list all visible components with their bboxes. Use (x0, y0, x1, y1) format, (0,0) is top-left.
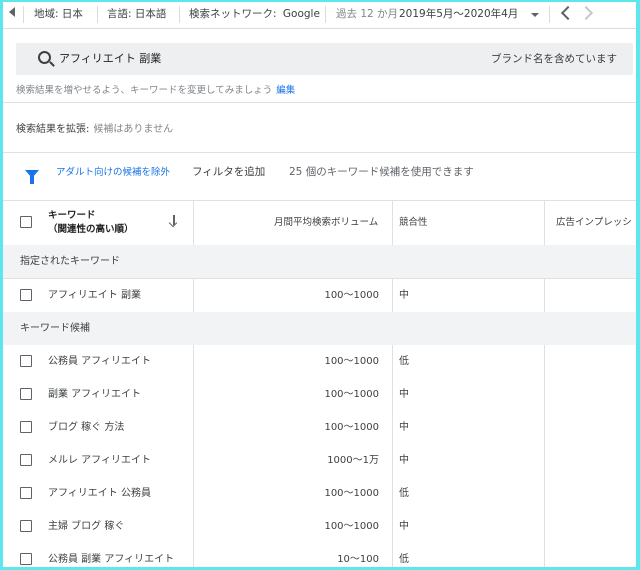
column-divider (392, 200, 393, 245)
group-label: 指定されたキーワード (20, 256, 120, 267)
column-divider (392, 345, 393, 567)
table-row: 公務員 アフィリエイト 100～1000 低 (3, 345, 636, 379)
volume-cell: 100～1000 (324, 521, 379, 532)
search-icon (38, 51, 51, 64)
row-checkbox[interactable] (20, 553, 32, 565)
search-input[interactable]: アフィリエイト 副業 (59, 43, 161, 75)
keyword-cell: アフィリエイト 副業 (48, 290, 141, 301)
group-label: キーワード候補 (20, 323, 90, 334)
date-range-value: 2019年5月～2020年4月 (399, 8, 519, 20)
expand-results: 検索結果を拡張: 候補はありません (16, 120, 173, 135)
keyword-header-label: キーワード (48, 210, 96, 221)
chevron-down-icon[interactable] (531, 13, 539, 17)
divider (3, 102, 636, 103)
network-selector[interactable]: 検索ネットワーク: Google (189, 2, 320, 28)
keyword-search-box[interactable]: アフィリエイト 副業 ブランド名を含めています (16, 43, 633, 75)
table-row: 公務員 副業 アフィリエイト 10～100 低 (3, 543, 636, 567)
edit-link[interactable]: 編集 (276, 85, 295, 96)
network-value: Google (282, 8, 320, 20)
column-divider (193, 345, 194, 567)
divider (3, 152, 636, 153)
table-row: 主婦 ブログ 稼ぐ 100～1000 中 (3, 510, 636, 544)
table-row: アフィリエイト 公務員 100～1000 低 (3, 477, 636, 511)
keyword-column-header[interactable]: キーワード （関連性の高い順） (48, 209, 134, 237)
table-row: メルレ アフィリエイト 1000～1万 中 (3, 444, 636, 478)
keyword-cell: ブログ 稼ぐ 方法 (48, 422, 125, 433)
keyword-cell: アフィリエイト 公務員 (48, 488, 151, 499)
keyword-cell: メルレ アフィリエイト (48, 455, 151, 466)
table-row: ブログ 稼ぐ 方法 100～1000 中 (3, 411, 636, 445)
column-divider (544, 200, 545, 245)
next-period-icon[interactable] (578, 5, 594, 21)
period-label: 過去 12 か月 (336, 8, 399, 20)
brand-names-toggle[interactable]: ブランド名を含めています (491, 43, 617, 75)
divider (23, 6, 24, 23)
volume-cell: 100～1000 (324, 422, 379, 433)
network-label: 検索ネットワーク: (189, 8, 277, 20)
row-checkbox[interactable] (20, 454, 32, 466)
competition-cell: 中 (399, 521, 409, 532)
keyword-cell: 副業 アフィリエイト (48, 389, 141, 400)
competition-cell: 中 (399, 422, 409, 433)
keyword-planner-panel: 地域: 日本 言語: 日本語 検索ネットワーク: Google 過去 12 か月… (3, 2, 636, 567)
column-divider (392, 279, 393, 312)
row-checkbox[interactable] (20, 388, 32, 400)
row-checkbox[interactable] (20, 289, 32, 301)
expand-value: 候補はありません (93, 124, 174, 135)
column-divider (544, 345, 545, 567)
sort-arrow-icon[interactable] (173, 215, 175, 225)
competition-cell: 中 (399, 455, 409, 466)
filter-icon[interactable] (25, 170, 39, 184)
expand-label: 検索結果を拡張: (16, 124, 90, 135)
row-checkbox[interactable] (20, 355, 32, 367)
location-selector[interactable]: 地域: 日本 (34, 2, 83, 28)
row-checkbox[interactable] (20, 520, 32, 532)
table-row: アフィリエイト 副業 100～1000 中 (3, 279, 636, 313)
prev-period-icon[interactable] (560, 5, 576, 21)
row-checkbox[interactable] (20, 421, 32, 433)
competition-cell: 低 (399, 554, 409, 565)
competition-cell: 低 (399, 356, 409, 367)
column-divider (544, 279, 545, 312)
divider (325, 6, 326, 23)
select-all-checkbox[interactable] (20, 216, 32, 228)
add-filter-button[interactable]: フィルタを追加 (192, 164, 265, 179)
hint-text: 検索結果を増やせるよう、キーワードを変更してみましょう (16, 85, 273, 96)
group-specified-keywords: 指定されたキーワード (3, 245, 636, 279)
volume-column-header[interactable]: 月間平均検索ボリューム (274, 201, 378, 245)
column-divider (193, 200, 194, 245)
row-checkbox[interactable] (20, 487, 32, 499)
collapse-left-icon[interactable] (9, 7, 15, 17)
language-selector[interactable]: 言語: 日本語 (107, 2, 166, 28)
group-suggested-keywords: キーワード候補 (3, 312, 636, 346)
volume-cell: 100～1000 (324, 488, 379, 499)
divider (549, 6, 550, 23)
date-range-selector[interactable]: 2019年5月～2020年4月 (399, 2, 541, 28)
keyword-count-text: 25 個のキーワード候補を使用できます (289, 166, 474, 178)
competition-cell: 低 (399, 488, 409, 499)
column-divider (193, 279, 194, 312)
keyword-header-sub: （関連性の高い順） (48, 224, 134, 235)
competition-cell: 中 (399, 389, 409, 400)
volume-cell: 100～1000 (324, 290, 379, 301)
table-header: キーワード （関連性の高い順） 月間平均検索ボリューム 競合性 広告インプレッシ (3, 200, 636, 246)
table-row: 副業 アフィリエイト 100～1000 中 (3, 378, 636, 412)
competition-column-header[interactable]: 競合性 (399, 201, 428, 245)
volume-cell: 10～100 (337, 554, 379, 565)
volume-cell: 100～1000 (324, 389, 379, 400)
impression-column-header[interactable]: 広告インプレッシ (556, 201, 632, 245)
targeting-bar: 地域: 日本 言語: 日本語 検索ネットワーク: Google 過去 12 か月… (3, 2, 636, 29)
keyword-cell: 公務員 アフィリエイト (48, 356, 151, 367)
competition-cell: 中 (399, 290, 409, 301)
divider (179, 6, 180, 23)
divider (97, 6, 98, 23)
search-hint: 検索結果を増やせるよう、キーワードを変更してみましょう 編集 (16, 82, 295, 96)
keyword-cell: 公務員 副業 アフィリエイト (48, 554, 175, 565)
volume-cell: 100～1000 (324, 356, 379, 367)
volume-cell: 1000～1万 (327, 455, 379, 466)
adult-filter-chip[interactable]: アダルト向けの候補を除外 (56, 164, 170, 178)
keyword-cell: 主婦 ブログ 稼ぐ (48, 521, 125, 532)
